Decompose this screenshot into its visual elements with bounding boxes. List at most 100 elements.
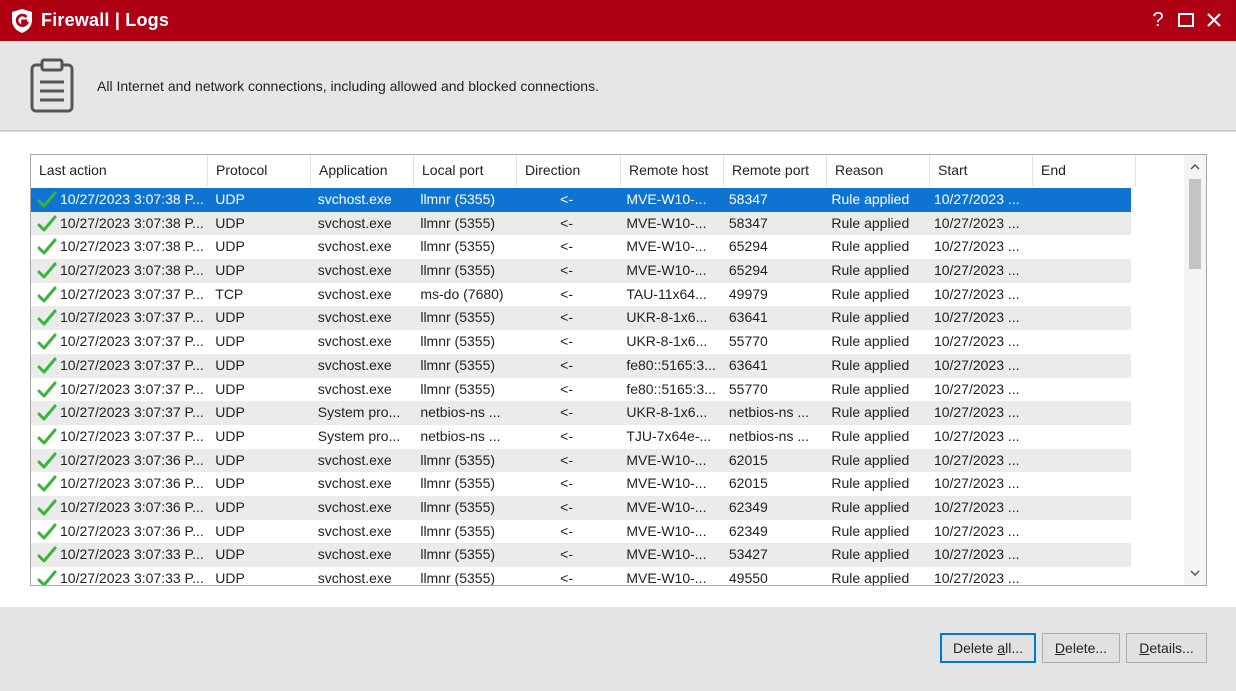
cell-local-port: llmnr (5355) [420, 262, 496, 279]
cell-reason: Rule applied [831, 309, 910, 326]
table-row[interactable]: 10/27/2023 3:07:36 P... UDP svchost.exe llm… [31, 495, 1131, 520]
cell-end [1028, 520, 1131, 544]
cell-text: 10/27/2023 3:07:36 P... [60, 475, 204, 492]
delete-button[interactable]: Delete... [1042, 633, 1120, 663]
delete-all-button[interactable]: Delete all... [940, 633, 1036, 663]
cell-remote-port: 65294 [728, 238, 768, 255]
column-header-direction[interactable]: Direction [517, 155, 621, 186]
cell-remote-port: 55770 [728, 333, 768, 350]
cell-reason: Rule applied [831, 214, 910, 231]
cell-local-port: llmnr (5355) [420, 191, 496, 207]
cell-direction: <- [560, 404, 574, 421]
cell-remote-port: 65294 [728, 262, 768, 279]
cell-start: 10/27/2023 ... [933, 309, 1020, 326]
check-icon [37, 452, 57, 469]
cell-last-action: 10/27/2023 3:07:37 P... [31, 378, 207, 402]
column-header-end[interactable]: End [1033, 155, 1136, 186]
column-header-last-action[interactable]: Last action [31, 155, 208, 186]
cell-end [1028, 212, 1131, 236]
cell-protocol: UDP [215, 498, 245, 515]
table-row[interactable]: 10/27/2023 3:07:33 P... UDP svchost.exe llm… [31, 543, 1131, 567]
column-header-protocol[interactable]: Protocol [208, 155, 311, 186]
cell-last-action: 10/27/2023 3:07:38 P... [31, 212, 207, 236]
cell-remote-host: MVE-W10-... [626, 546, 707, 563]
details-button[interactable]: Details... [1126, 633, 1207, 663]
cell-remote-host: MVE-W10-... [626, 475, 707, 492]
cell-text: 10/27/2023 3:07:37 P... [60, 356, 204, 373]
table-row[interactable]: 10/27/2023 3:07:37 P... UDP System pro... n… [31, 401, 1131, 425]
table-row[interactable]: 10/27/2023 3:07:37 P... UDP System pro... n… [31, 425, 1131, 449]
close-button[interactable] [1201, 7, 1227, 33]
cell-application: svchost.exe [317, 498, 392, 515]
table-row[interactable]: 10/27/2023 3:07:37 P... UDP svchost.exe llm… [31, 378, 1131, 402]
column-header-remote-host[interactable]: Remote host [621, 155, 724, 186]
cell-reason: Rule applied [831, 570, 910, 586]
cell-direction: <- [560, 238, 574, 255]
scroll-down-button[interactable] [1184, 563, 1206, 583]
table-row[interactable]: 10/27/2023 3:07:38 P... UDP svchost.exe llm… [31, 211, 1131, 236]
cell-reason: Rule applied [831, 356, 910, 373]
cell-remote-host: MVE-W10-... [626, 522, 707, 539]
scrollbar-thumb[interactable] [1189, 179, 1201, 269]
column-header-reason[interactable]: Reason [827, 155, 930, 186]
table-row[interactable]: 10/27/2023 3:07:36 P... UDP svchost.exe llm… [31, 448, 1131, 473]
table-row[interactable]: 10/27/2023 3:07:38 P... UDP svchost.exe llm… [31, 259, 1131, 283]
cell-remote-host: fe80::5165:3... [626, 356, 716, 373]
cell-remote-port: 49550 [728, 570, 768, 586]
cell-start: 10/27/2023 ... [933, 191, 1020, 207]
cell-reason: Rule applied [831, 238, 910, 255]
table-row[interactable]: 10/27/2023 3:07:37 P... TCP svchost.exe ms-… [31, 283, 1131, 307]
cell-start: 10/27/2023 ... [933, 404, 1020, 421]
cell-protocol: UDP [215, 404, 245, 421]
table-row[interactable]: 10/27/2023 3:07:37 P... UDP svchost.exe llm… [31, 353, 1131, 378]
table-row[interactable]: 10/27/2023 3:07:36 P... UDP svchost.exe llm… [31, 520, 1131, 544]
scroll-up-button[interactable] [1184, 157, 1206, 177]
cell-direction: <- [560, 191, 574, 207]
logs-table[interactable]: Last action Protocol Application Local port… [30, 154, 1207, 586]
cell-application: svchost.exe [317, 333, 392, 350]
cell-reason: Rule applied [831, 404, 910, 421]
maximize-button[interactable] [1173, 7, 1199, 33]
cell-application: svchost.exe [317, 285, 392, 302]
cell-application: svchost.exe [317, 570, 392, 586]
cell-direction: <- [560, 522, 574, 539]
check-icon [37, 215, 57, 232]
column-header-application[interactable]: Application [311, 155, 414, 186]
cell-remote-host: MVE-W10-... [626, 191, 707, 207]
cell-text: 10/27/2023 3:07:37 P... [60, 427, 204, 444]
g-data-shield-icon [12, 9, 32, 33]
table-row[interactable]: 10/27/2023 3:07:33 P... UDP svchost.exe llm… [31, 567, 1131, 586]
cell-reason: Rule applied [831, 285, 910, 302]
help-button[interactable]: ? [1145, 7, 1171, 33]
cell-start: 10/27/2023 ... [933, 451, 1020, 468]
cell-application: svchost.exe [317, 262, 392, 279]
cell-application: svchost.exe [317, 356, 392, 373]
title-bar: Firewall | Logs ? [0, 0, 1236, 41]
column-header-remote-port[interactable]: Remote port [724, 155, 827, 186]
table-row[interactable]: 10/27/2023 3:07:38 P... UDP svchost.exe llm… [31, 235, 1131, 259]
table-row[interactable]: 10/27/2023 3:07:38 P... UDP svchost.exe llm… [31, 188, 1131, 212]
table-row[interactable]: 10/27/2023 3:07:36 P... UDP svchost.exe llm… [31, 472, 1131, 496]
cell-local-port: llmnr (5355) [420, 570, 496, 586]
table-row[interactable]: 10/27/2023 3:07:37 P... UDP svchost.exe llm… [31, 306, 1131, 331]
vertical-scrollbar[interactable] [1184, 155, 1206, 585]
table-row[interactable]: 10/27/2023 3:07:37 P... UDP svchost.exe llm… [31, 330, 1131, 354]
cell-end [1028, 188, 1131, 212]
column-header-start[interactable]: Start [930, 155, 1033, 186]
cell-start: 10/27/2023 ... [933, 333, 1020, 350]
cell-end [1028, 496, 1131, 520]
cell-last-action: 10/27/2023 3:07:37 P... [31, 425, 207, 449]
cell-text: 10/27/2023 3:07:37 P... [60, 380, 204, 397]
cell-start: 10/27/2023 ... [933, 427, 1020, 444]
cell-remote-port: 62349 [728, 498, 768, 515]
cell-remote-port: 55770 [728, 380, 768, 397]
cell-local-port: llmnr (5355) [420, 309, 496, 326]
cell-end [1028, 306, 1131, 330]
cell-remote-host: MVE-W10-... [626, 238, 707, 255]
column-header-local-port[interactable]: Local port [414, 155, 517, 186]
cell-remote-port: 53427 [728, 546, 768, 563]
cell-reason: Rule applied [831, 333, 910, 350]
cell-protocol: UDP [215, 214, 245, 231]
cell-application: svchost.exe [317, 546, 392, 563]
cell-remote-host: TAU-11x64... [626, 285, 707, 302]
